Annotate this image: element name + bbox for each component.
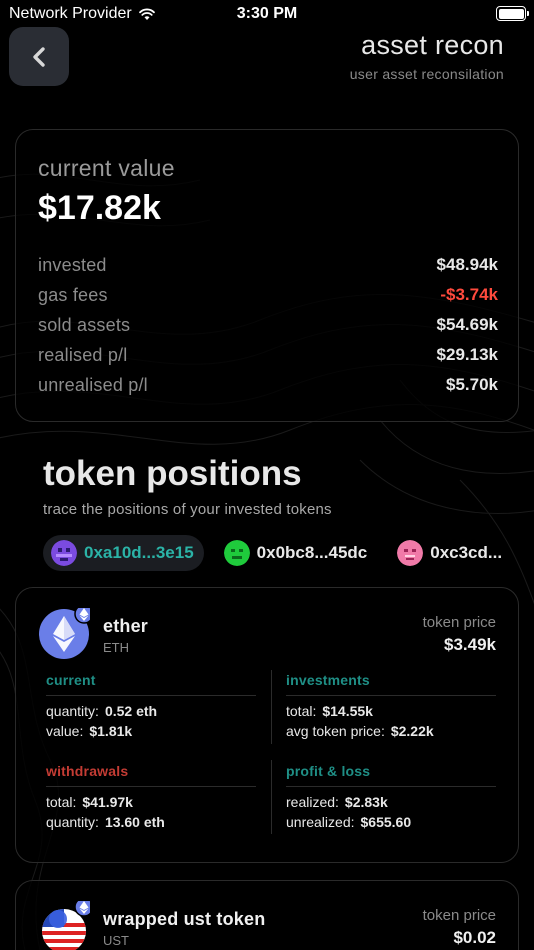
back-button[interactable] — [9, 27, 69, 86]
section-title: withdrawals — [46, 763, 256, 787]
section-title: profit & loss — [286, 763, 496, 787]
summary-row-sold-assets: sold assets $54.69k — [38, 310, 498, 340]
summary-row-value: $29.13k — [436, 345, 498, 364]
wallet-address: 0xa10d...3e15 — [84, 543, 194, 562]
pnl-realized: realized: $2.83k — [286, 794, 496, 810]
token-card-ust[interactable]: wrapped ust token UST token price $0.02 — [15, 880, 519, 950]
section-profit-loss: profit & loss realized: $2.83k unrealized… — [286, 763, 496, 830]
column-divider — [271, 670, 272, 744]
line-label: unrealized: — [286, 814, 355, 830]
line-label: realized: — [286, 794, 339, 810]
status-bar: Network Provider 3:30 PM — [0, 0, 534, 28]
summary-row-label: sold assets — [38, 314, 131, 335]
line-value: $41.97k — [82, 794, 133, 810]
summary-rows: invested $48.94k gas fees -$3.74k sold a… — [38, 250, 498, 400]
token-name: ether — [103, 616, 149, 636]
token-price-label: token price — [422, 614, 496, 631]
summary-row-unrealised-pl: unrealised p/l $5.70k — [38, 370, 498, 400]
summary-row-value: -$3.74k — [440, 285, 498, 304]
line-label: total: — [46, 794, 77, 810]
wallet-address: 0xc3cd... — [430, 543, 503, 562]
line-value: 13.60 eth — [104, 814, 165, 830]
line-value: $14.55k — [322, 703, 373, 719]
portfolio-summary-card: current value $17.82k invested $48.94k g… — [15, 129, 519, 422]
current-value: value: $1.81k — [46, 723, 256, 739]
token-price: $3.49k — [444, 635, 496, 654]
purple-avatar-icon — [51, 540, 77, 566]
line-label: quantity: — [46, 703, 99, 719]
battery-icon — [496, 6, 529, 21]
line-value: 0.52 eth — [104, 703, 158, 719]
page-subtitle: user asset reconsilation — [349, 66, 504, 82]
ethereum-logo-icon — [39, 608, 90, 659]
summary-row-realised-pl: realised p/l $29.13k — [38, 340, 498, 370]
investments-avg-price: avg token price: $2.22k — [286, 723, 496, 739]
section-withdrawals: withdrawals total: $41.97k quantity: 13.60… — [46, 763, 256, 830]
page-title: asset recon — [361, 30, 504, 60]
line-value: $655.60 — [360, 814, 412, 830]
token-symbol: UST — [103, 933, 129, 948]
section-title: investments — [286, 672, 496, 696]
line-label: quantity: — [46, 814, 99, 830]
token-card-ether[interactable]: ether ETH token price $3.49k current qua… — [15, 587, 519, 863]
summary-row-label: unrealised p/l — [38, 374, 148, 395]
summary-row-gas-fees: gas fees -$3.74k — [38, 280, 498, 310]
wallet-chip-0xa10d[interactable]: 0xa10d...3e15 — [43, 535, 204, 571]
investments-total: total: $14.55k — [286, 703, 496, 719]
token-positions-title: token positions — [43, 454, 302, 493]
token-price: $0.02 — [453, 928, 496, 947]
summary-row-label: realised p/l — [38, 344, 128, 365]
summary-row-invested: invested $48.94k — [38, 250, 498, 280]
current-quantity: quantity: 0.52 eth — [46, 703, 256, 719]
summary-row-value: $5.70k — [446, 375, 498, 394]
line-value: $1.81k — [89, 723, 133, 739]
summary-row-label: invested — [38, 254, 107, 275]
wallet-selector: 0xa10d...3e15 0x0bc8...45dc 0xc3cd... — [43, 535, 521, 571]
token-price-label: token price — [422, 907, 496, 924]
current-value-amount: $17.82k — [38, 189, 161, 227]
wallet-address: 0x0bc8...45dc — [256, 543, 368, 562]
section-current: current quantity: 0.52 eth value: $1.81k — [46, 672, 256, 739]
line-value: $2.22k — [390, 723, 434, 739]
line-label: avg token price: — [286, 723, 385, 739]
pink-avatar-icon — [397, 540, 424, 566]
section-title: current — [46, 672, 256, 696]
current-value-label: current value — [38, 155, 175, 181]
wallet-chip-0x0bc8[interactable]: 0x0bc8...45dc — [216, 535, 378, 571]
ust-token-logo-icon — [42, 901, 90, 950]
pnl-unrealized: unrealized: $655.60 — [286, 814, 496, 830]
line-label: value: — [46, 723, 84, 739]
token-name: wrapped ust token — [103, 909, 266, 929]
column-divider — [271, 760, 272, 834]
chevron-left-icon — [33, 46, 45, 67]
withdrawals-quantity: quantity: 13.60 eth — [46, 814, 256, 830]
line-value: $2.83k — [344, 794, 388, 810]
summary-row-value: $54.69k — [436, 315, 498, 334]
token-positions-subtitle: trace the positions of your invested tok… — [43, 501, 332, 518]
line-label: total: — [286, 703, 317, 719]
green-avatar-icon — [223, 540, 250, 566]
withdrawals-total: total: $41.97k — [46, 794, 256, 810]
summary-row-value: $48.94k — [436, 255, 498, 274]
status-time: 3:30 PM — [236, 5, 298, 22]
section-investments: investments total: $14.55k avg token pric… — [286, 672, 496, 739]
wallet-chip-0xc3cd[interactable]: 0xc3cd... — [389, 535, 512, 571]
summary-row-label: gas fees — [38, 284, 108, 305]
token-symbol: ETH — [103, 640, 129, 655]
